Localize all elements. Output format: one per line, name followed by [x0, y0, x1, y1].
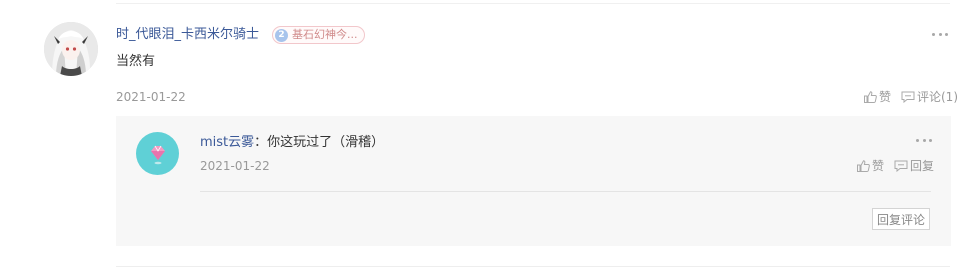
reply-like-label: 赞: [872, 159, 885, 173]
avatar[interactable]: [44, 22, 98, 76]
comment-thread: 时_代眼泪_卡西米尔骑士 2 基石幻神今... 当然有 2021-01-22 赞…: [0, 0, 976, 276]
reply-more-icon[interactable]: [916, 137, 932, 143]
reply-divider: [200, 191, 931, 192]
reply-text-line: mist云雾：你这玩过了（滑稽）: [200, 134, 384, 152]
comment-like-label: 赞: [879, 90, 892, 104]
comment-reply-button[interactable]: 评论(1): [901, 89, 958, 105]
reply-reply-button[interactable]: 回复: [894, 158, 934, 174]
medal-level-icon: 2: [275, 28, 288, 42]
reply-separator: ：: [254, 135, 268, 150]
top-divider: [116, 3, 950, 4]
reply-author-link[interactable]: mist云雾: [200, 135, 254, 150]
comment-content: 当然有: [116, 54, 156, 69]
bottom-divider: [116, 266, 950, 267]
reply-reply-label: 回复: [910, 159, 935, 173]
comment-more-icon[interactable]: [932, 31, 948, 37]
comment-bubble-icon: [901, 91, 915, 103]
reply-comment-button[interactable]: 回复评论: [872, 208, 930, 230]
reply-section: mist云雾：你这玩过了（滑稽） 2021-01-22 赞 回复 回复评论: [116, 116, 951, 246]
comment-author-link[interactable]: 时_代眼泪_卡西米尔骑士: [116, 26, 259, 44]
thumbs-up-icon: [857, 160, 870, 172]
comment-reply-count: 评论(1): [917, 90, 958, 104]
fan-medal-badge[interactable]: 2 基石幻神今...: [272, 26, 365, 44]
reply-like-button[interactable]: 赞: [857, 158, 884, 174]
medal-name: 基石幻神今...: [292, 28, 358, 41]
comment-like-button[interactable]: 赞: [864, 89, 891, 105]
reply-date: 2021-01-22: [200, 159, 270, 173]
reply-avatar[interactable]: [136, 132, 179, 175]
comment-date: 2021-01-22: [116, 90, 186, 104]
reply-content: 你这玩过了（滑稽）: [267, 135, 385, 150]
diamond-icon: [150, 145, 165, 164]
thumbs-up-icon: [864, 91, 877, 103]
comment-bubble-icon: [894, 160, 908, 172]
